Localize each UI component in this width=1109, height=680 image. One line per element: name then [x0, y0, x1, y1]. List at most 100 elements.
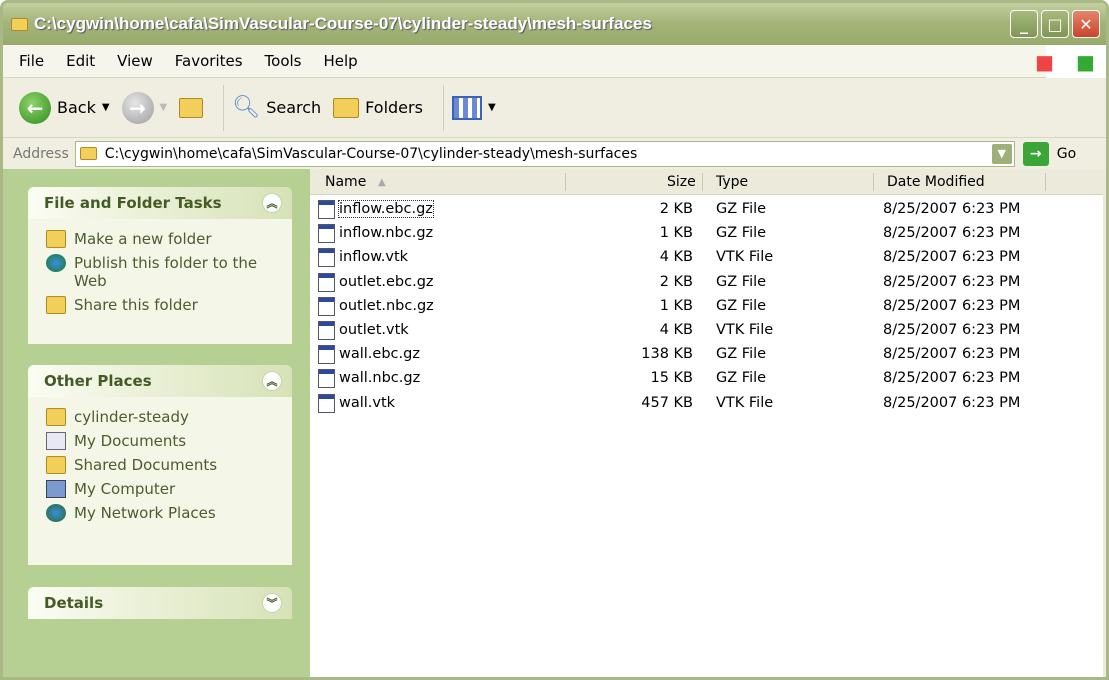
title-bar[interactable]: C:\cygwin\home\cafa\SimVascular-Course-0… — [3, 3, 1106, 45]
folders-icon — [333, 97, 360, 118]
panel-header[interactable]: Other Places ︽ — [28, 365, 292, 397]
place-label: My Network Places — [74, 504, 216, 522]
file-size: 138 KB — [641, 346, 693, 363]
file-date: 8/25/2007 6:23 PM — [883, 297, 1021, 314]
place-label: cylinder-steady — [74, 408, 189, 426]
file-row[interactable]: wall.vtk 457 KB VTK File 8/25/2007 6:23 … — [310, 392, 1103, 416]
collapse-icon[interactable]: ︽ — [262, 193, 282, 213]
close-button[interactable]: ✕ — [1072, 10, 1100, 38]
file-type: GZ File — [716, 273, 767, 290]
panel-title: File and Folder Tasks — [44, 194, 222, 212]
collapse-icon[interactable]: ︽ — [262, 371, 282, 391]
file-row[interactable]: inflow.ebc.gz 2 KB GZ File 8/25/2007 6:2… — [310, 198, 1103, 222]
file-date: 8/25/2007 6:23 PM — [883, 370, 1021, 387]
menu-tools[interactable]: Tools — [265, 52, 302, 70]
file-icon — [318, 321, 335, 340]
file-row[interactable]: outlet.nbc.gz 1 KB GZ File 8/25/2007 6:2… — [310, 295, 1103, 319]
place-network[interactable]: My Network Places — [28, 501, 292, 525]
file-size: 4 KB — [659, 249, 693, 266]
file-size: 2 KB — [659, 273, 693, 290]
go-button[interactable]: → Go — [1022, 141, 1077, 166]
file-date: 8/25/2007 6:23 PM — [883, 322, 1021, 338]
address-label: Address — [13, 145, 69, 162]
minimize-button[interactable]: _ — [1010, 10, 1038, 38]
panel-title: Other Places — [44, 372, 152, 390]
back-label: Back — [57, 98, 96, 117]
network-icon — [46, 504, 66, 522]
menu-help[interactable]: Help — [324, 52, 358, 70]
task-label: Share this folder — [74, 296, 198, 314]
panel-header[interactable]: File and Folder Tasks ︽ — [28, 187, 292, 219]
file-row[interactable]: inflow.nbc.gz 1 KB GZ File 8/25/2007 6:2… — [310, 222, 1103, 246]
up-folder-button[interactable] — [179, 97, 204, 118]
toolbar: ← Back ▼ → ▼ 🔍︎ Search Folders ▼ — [3, 78, 1106, 138]
place-cylinder-steady[interactable]: cylinder-steady — [28, 405, 292, 429]
folder-icon — [79, 147, 97, 160]
task-share-folder[interactable]: Share this folder — [28, 293, 292, 317]
file-icon — [318, 272, 335, 292]
separator — [442, 84, 444, 131]
views-icon — [451, 95, 482, 120]
computer-icon — [46, 480, 66, 498]
other-places-panel: Other Places ︽ cylinder-steady My Documen… — [28, 365, 292, 565]
file-row[interactable]: wall.nbc.gz 15 KB GZ File 8/25/2007 6:23… — [310, 367, 1103, 391]
folder-icon — [11, 17, 28, 31]
views-button[interactable]: ▼ — [451, 95, 496, 120]
place-label: Shared Documents — [74, 456, 218, 474]
file-date: 8/25/2007 6:23 PM — [883, 273, 1021, 290]
column-name[interactable]: Name — [325, 174, 366, 190]
globe-icon — [46, 254, 66, 272]
task-pane: File and Folder Tasks ︽ Make a new folder… — [3, 169, 310, 677]
menu-edit[interactable]: Edit — [66, 52, 95, 70]
address-bar: Address C:\cygwin\home\cafa\SimVascular-… — [3, 138, 1106, 169]
address-value: C:\cygwin\home\cafa\SimVascular-Course-0… — [104, 145, 638, 162]
address-input[interactable]: C:\cygwin\home\cafa\SimVascular-Course-0… — [74, 140, 1015, 167]
file-row[interactable]: outlet.vtk 4 KB VTK File 8/25/2007 6:23 … — [310, 319, 1103, 343]
file-size: 1 KB — [659, 225, 693, 242]
place-my-computer[interactable]: My Computer — [28, 477, 292, 501]
maximize-button[interactable]: □ — [1041, 10, 1069, 38]
column-headers: Name ▲ Size Type Date Modified — [310, 169, 1103, 195]
menu-favorites[interactable]: Favorites — [175, 52, 243, 70]
column-type[interactable]: Type — [716, 174, 748, 190]
panel-header[interactable]: Details ︾ — [28, 587, 292, 619]
column-date[interactable]: Date Modified — [887, 174, 985, 190]
go-label: Go — [1056, 145, 1077, 162]
window-title: C:\cygwin\home\cafa\SimVascular-Course-0… — [34, 14, 652, 33]
file-size: 2 KB — [659, 201, 693, 217]
column-size[interactable]: Size — [667, 174, 696, 190]
share-folder-icon — [46, 296, 66, 314]
menu-view[interactable]: View — [117, 52, 153, 70]
file-icon — [318, 248, 335, 268]
back-button[interactable]: ← Back ▼ — [19, 91, 110, 124]
menu-file[interactable]: File — [19, 52, 44, 70]
details-panel: Details ︾ — [28, 587, 292, 619]
file-date: 8/25/2007 6:23 PM — [883, 201, 1021, 217]
explorer-window: C:\cygwin\home\cafa\SimVascular-Course-0… — [0, 0, 1109, 680]
task-new-folder[interactable]: Make a new folder — [28, 227, 292, 251]
expand-icon[interactable]: ︾ — [262, 593, 282, 613]
go-arrow-icon: → — [1022, 141, 1049, 166]
file-type: GZ File — [716, 370, 767, 387]
file-date: 8/25/2007 6:23 PM — [883, 225, 1021, 242]
folders-button[interactable]: Folders — [333, 97, 423, 118]
task-publish-web[interactable]: Publish this folder to the Web — [28, 251, 292, 293]
file-name: outlet.ebc.gz — [339, 273, 434, 290]
task-label: Make a new folder — [74, 230, 212, 248]
search-button[interactable]: 🔍︎ Search — [232, 95, 321, 120]
file-row[interactable]: outlet.ebc.gz 2 KB GZ File 8/25/2007 6:2… — [310, 271, 1103, 295]
file-icon — [318, 224, 335, 244]
file-name: outlet.nbc.gz — [339, 297, 434, 314]
menu-bar: File Edit View Favorites Tools Help ■ ■ — [3, 45, 1106, 78]
back-arrow-icon: ← — [19, 91, 51, 124]
file-icon — [318, 200, 335, 219]
address-dropdown-icon[interactable]: ▼ — [991, 143, 1012, 164]
place-shared-documents[interactable]: Shared Documents — [28, 453, 292, 477]
file-row[interactable]: wall.ebc.gz 138 KB GZ File 8/25/2007 6:2… — [310, 343, 1103, 367]
file-size: 15 KB — [650, 370, 693, 387]
place-label: My Documents — [74, 432, 187, 450]
place-my-documents[interactable]: My Documents — [28, 429, 292, 453]
forward-button[interactable]: → ▼ — [121, 91, 167, 124]
file-row[interactable]: inflow.vtk 4 KB VTK File 8/25/2007 6:23 … — [310, 246, 1103, 270]
search-icon: 🔍︎ — [232, 95, 261, 120]
